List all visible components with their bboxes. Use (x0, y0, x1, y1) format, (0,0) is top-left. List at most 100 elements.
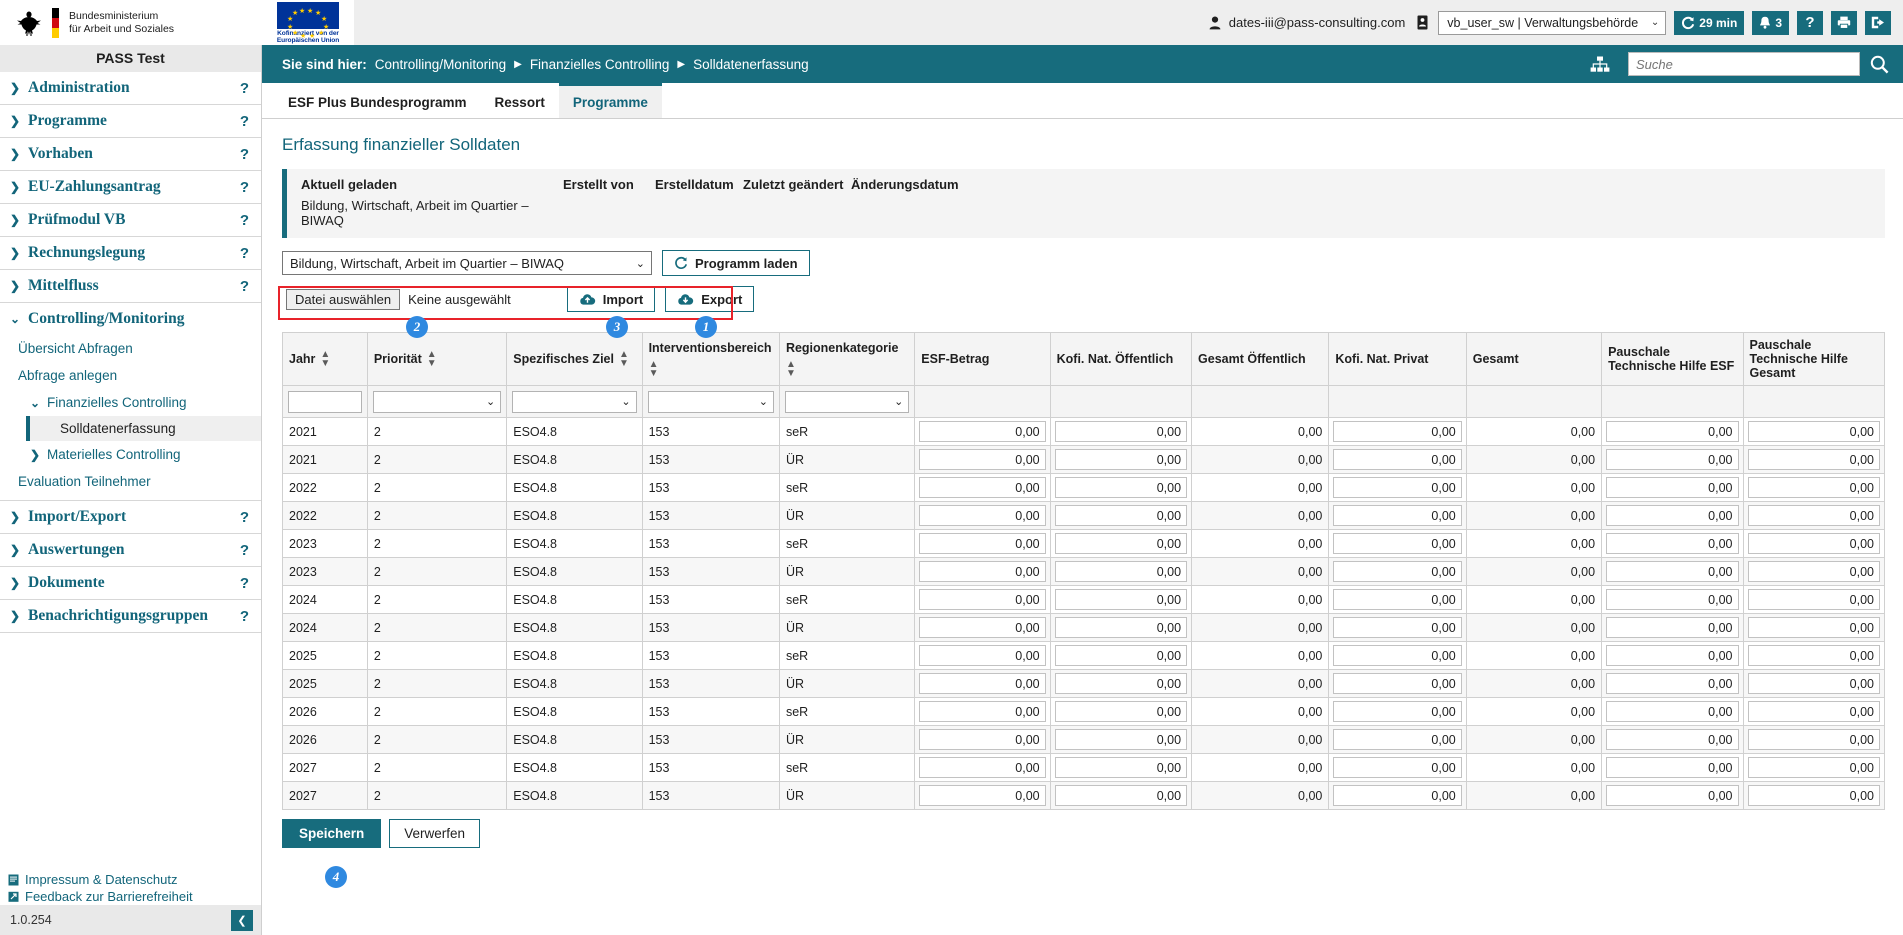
tab-esf-plus-bundesprogramm[interactable]: ESF Plus Bundesprogramm (274, 83, 481, 118)
sidebar-item-dokumente[interactable]: ❯ Dokumente ? (0, 567, 261, 600)
input-kofi_priv[interactable]: 0,00 (1333, 785, 1462, 806)
input-th_gesamt[interactable]: 0,00 (1747, 729, 1880, 750)
filter-ziel-select[interactable]: ⌄ (512, 390, 637, 413)
print-button[interactable] (1831, 10, 1857, 35)
sidebar-item-materielles-controlling[interactable]: ❯ Materielles Controlling (0, 441, 261, 468)
input-kofi_priv[interactable]: 0,00 (1333, 673, 1462, 694)
input-th_esf[interactable]: 0,00 (1606, 477, 1739, 498)
tab-ressort[interactable]: Ressort (481, 83, 559, 118)
input-esf[interactable]: 0,00 (919, 729, 1046, 750)
input-kofi_oeff[interactable]: 0,00 (1054, 421, 1188, 442)
sidebar-item-pruefmodul-vb[interactable]: ❯ Prüfmodul VB ? (0, 204, 261, 237)
role-select[interactable]: vb_user_sw | Verwaltungsbehörde ⌄ (1438, 10, 1667, 35)
help-icon[interactable]: ? (240, 509, 249, 526)
input-th_gesamt[interactable]: 0,00 (1747, 645, 1880, 666)
sidebar-item-evaluation-teilnehmer[interactable]: Evaluation Teilnehmer (0, 468, 261, 495)
input-kofi_priv[interactable]: 0,00 (1333, 533, 1462, 554)
input-th_gesamt[interactable]: 0,00 (1747, 421, 1880, 442)
input-esf[interactable]: 0,00 (919, 757, 1046, 778)
input-kofi_oeff[interactable]: 0,00 (1054, 533, 1188, 554)
col-prioritaet[interactable]: Priorität ▲ ▼ (366, 332, 508, 386)
input-kofi_oeff[interactable]: 0,00 (1054, 589, 1188, 610)
tab-programme[interactable]: Programme (558, 83, 662, 118)
input-esf[interactable]: 0,00 (919, 505, 1046, 526)
sidebar-item-abfrage-anlegen[interactable]: Abfrage anlegen (0, 362, 261, 389)
sort-icon[interactable]: ▲ ▼ (619, 350, 629, 369)
breadcrumb-item-1[interactable]: Controlling/Monitoring (375, 57, 506, 72)
search-input[interactable] (1628, 52, 1860, 76)
input-kofi_oeff[interactable]: 0,00 (1054, 701, 1188, 722)
input-kofi_priv[interactable]: 0,00 (1333, 701, 1462, 722)
input-esf[interactable]: 0,00 (919, 533, 1046, 554)
sidebar-item-vorhaben[interactable]: ❯ Vorhaben ? (0, 138, 261, 171)
sidebar-collapse-button[interactable]: ❮ (231, 909, 253, 931)
input-th_gesamt[interactable]: 0,00 (1747, 561, 1880, 582)
input-esf[interactable]: 0,00 (919, 673, 1046, 694)
sidebar-item-uebersicht-abfragen[interactable]: Übersicht Abfragen (0, 335, 261, 362)
export-button[interactable]: Export (665, 286, 755, 312)
save-button[interactable]: Speichern (282, 819, 382, 848)
input-kofi_priv[interactable]: 0,00 (1333, 421, 1462, 442)
input-kofi_priv[interactable]: 0,00 (1333, 729, 1462, 750)
logout-button[interactable] (1865, 10, 1891, 35)
filter-jahr-input[interactable] (288, 390, 362, 413)
sidebar-item-benachrichtigungsgruppen[interactable]: ❯ Benachrichtigungsgruppen ? (0, 600, 261, 633)
feedback-link[interactable]: Feedback zur Barrierefreiheit (8, 888, 261, 905)
filter-intervention-select[interactable]: ⌄ (647, 390, 774, 413)
sidebar-item-eu-zahlungsantrag[interactable]: ❯ EU-Zahlungsantrag ? (0, 171, 261, 204)
input-th_esf[interactable]: 0,00 (1606, 561, 1739, 582)
help-icon[interactable]: ? (240, 542, 249, 559)
impressum-link[interactable]: Impressum & Datenschutz (8, 871, 261, 888)
sidebar-item-finanzielles-controlling[interactable]: ⌄ Finanzielles Controlling (0, 389, 261, 416)
sidebar-item-auswertungen[interactable]: ❯ Auswertungen ? (0, 534, 261, 567)
help-button[interactable]: ? (1797, 10, 1823, 35)
help-icon[interactable]: ? (240, 212, 249, 229)
input-th_gesamt[interactable]: 0,00 (1747, 757, 1880, 778)
sidebar-item-import-export[interactable]: ❯ Import/Export ? (0, 500, 261, 534)
input-kofi_oeff[interactable]: 0,00 (1054, 477, 1188, 498)
notifications-button[interactable]: 3 (1752, 10, 1789, 35)
input-kofi_priv[interactable]: 0,00 (1333, 617, 1462, 638)
sort-icon[interactable]: ▲ ▼ (320, 350, 330, 369)
help-icon[interactable]: ? (240, 146, 249, 163)
input-th_esf[interactable]: 0,00 (1606, 701, 1739, 722)
input-th_esf[interactable]: 0,00 (1606, 645, 1739, 666)
input-th_esf[interactable]: 0,00 (1606, 785, 1739, 806)
col-jahr[interactable]: Jahr ▲ ▼ (282, 332, 368, 386)
sort-icon[interactable]: ▲ ▼ (649, 359, 659, 378)
input-esf[interactable]: 0,00 (919, 449, 1046, 470)
sidebar-item-solldatenerfassung[interactable]: Solldatenerfassung (26, 416, 261, 441)
input-kofi_oeff[interactable]: 0,00 (1054, 617, 1188, 638)
sidebar-item-administration[interactable]: ❯ Administration ? (0, 72, 261, 105)
breadcrumb-item-3[interactable]: Solldatenerfassung (693, 57, 809, 72)
program-select[interactable]: Bildung, Wirtschaft, Arbeit im Quartier … (282, 251, 652, 275)
help-icon[interactable]: ? (240, 608, 249, 625)
input-th_esf[interactable]: 0,00 (1606, 757, 1739, 778)
import-button[interactable]: Import (566, 286, 656, 312)
input-kofi_priv[interactable]: 0,00 (1333, 645, 1462, 666)
input-esf[interactable]: 0,00 (919, 645, 1046, 666)
input-kofi_oeff[interactable]: 0,00 (1054, 561, 1188, 582)
help-icon[interactable]: ? (240, 278, 249, 295)
input-esf[interactable]: 0,00 (919, 785, 1046, 806)
filter-region-select[interactable]: ⌄ (784, 390, 910, 413)
input-esf[interactable]: 0,00 (919, 617, 1046, 638)
input-esf[interactable]: 0,00 (919, 477, 1046, 498)
input-esf[interactable]: 0,00 (919, 589, 1046, 610)
choose-file-button[interactable]: Datei auswählen (286, 288, 401, 310)
help-icon[interactable]: ? (240, 179, 249, 196)
sidebar-item-controlling-monitoring[interactable]: ⌄ Controlling/Monitoring (0, 303, 261, 335)
input-esf[interactable]: 0,00 (919, 561, 1046, 582)
input-kofi_oeff[interactable]: 0,00 (1054, 785, 1188, 806)
sort-icon[interactable]: ▲ ▼ (427, 350, 437, 369)
input-th_gesamt[interactable]: 0,00 (1747, 673, 1880, 694)
input-kofi_oeff[interactable]: 0,00 (1054, 449, 1188, 470)
col-interventionsbereich[interactable]: Interventionsbereich ▲ ▼ (641, 332, 780, 386)
input-th_esf[interactable]: 0,00 (1606, 421, 1739, 442)
input-th_esf[interactable]: 0,00 (1606, 505, 1739, 526)
input-th_gesamt[interactable]: 0,00 (1747, 701, 1880, 722)
sitemap-icon[interactable] (1590, 56, 1610, 73)
filter-prioritaet-select[interactable]: ⌄ (372, 390, 502, 413)
input-kofi_oeff[interactable]: 0,00 (1054, 673, 1188, 694)
help-icon[interactable]: ? (240, 80, 249, 97)
